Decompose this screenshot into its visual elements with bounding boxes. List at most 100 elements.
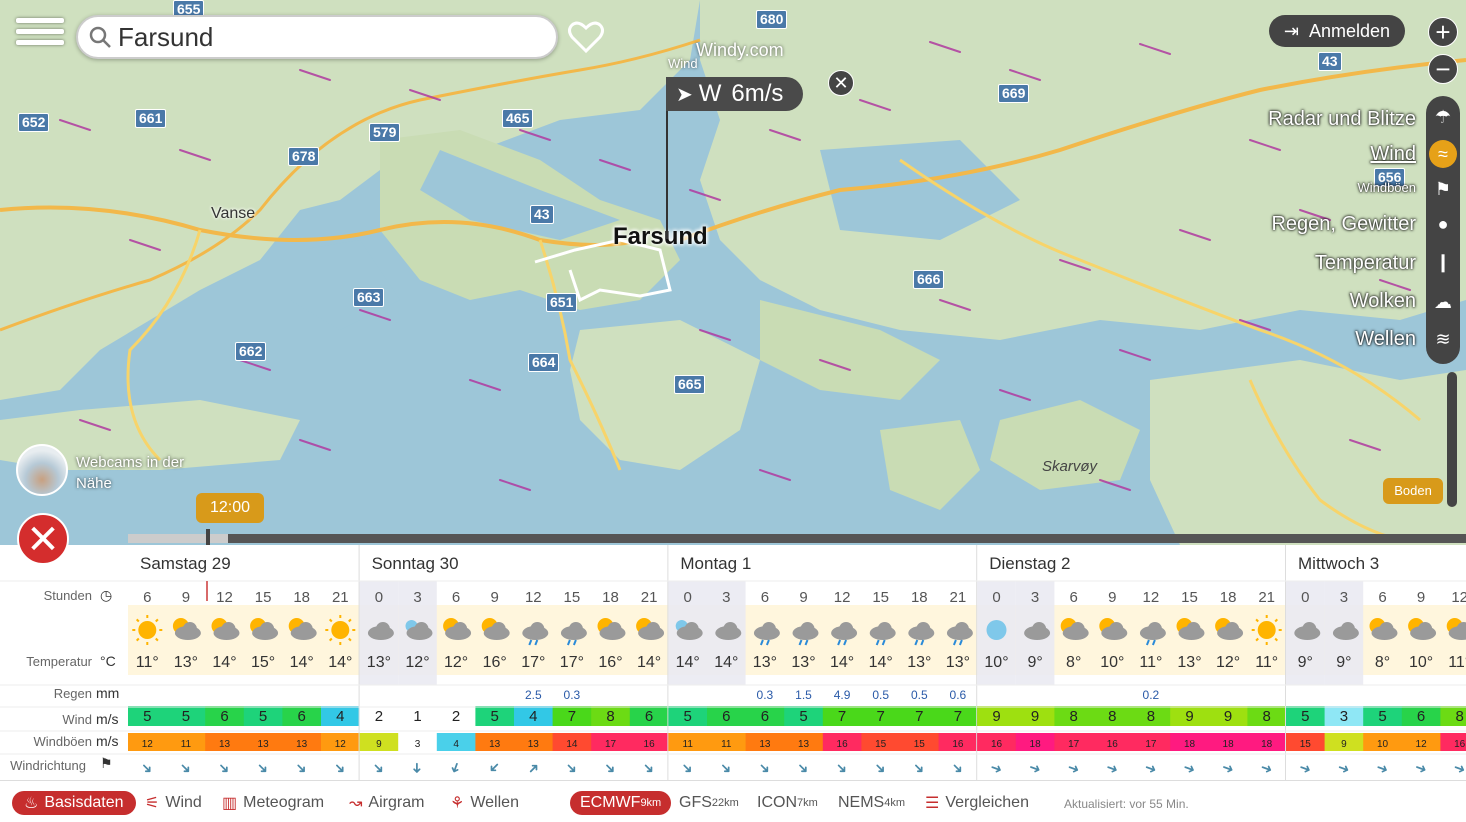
wind-direction-arrow: ➜ (410, 762, 426, 774)
tab-airgram[interactable]: ↝ Airgram (349, 791, 424, 815)
row-label-wind: Wind (62, 712, 92, 727)
gust-value: 18 (1223, 739, 1235, 750)
wind-tooltip-speed: 6m/s (731, 80, 784, 107)
compare-button[interactable]: ☰ Vergleichen (925, 791, 1029, 815)
layer-scrollbar[interactable] (1447, 372, 1457, 507)
gust-value: 13 (798, 739, 810, 750)
timeline-past-segment (128, 534, 228, 543)
temperature-value: 8° (1375, 654, 1390, 671)
wind-value: 6 (220, 708, 228, 725)
temperature-value: 15° (251, 654, 275, 671)
model-gfs[interactable]: GFS 22km (679, 791, 739, 815)
wind-value: 7 (568, 708, 576, 725)
wind-value: 8 (1070, 708, 1078, 725)
day-header: Dienstag 2 (989, 554, 1070, 573)
webcams-label-line1: Webcams in der (76, 454, 185, 471)
tab-meteogram[interactable]: ▥ Meteogram (222, 791, 324, 815)
road-badge: 663 (353, 288, 385, 307)
rain-value: 2.5 (525, 688, 542, 702)
map-view[interactable]: 655 680 652 661 678 579 465 669 43 43 65… (0, 0, 1466, 545)
hour-label: 21 (950, 589, 967, 606)
layer-label-temperature[interactable]: Temperatur (1315, 252, 1416, 275)
road-badge: 465 (502, 109, 534, 128)
windy-attribution-sub: Wind (668, 56, 698, 71)
wind-value: 3 (1340, 708, 1348, 725)
current-time-bubble[interactable]: 12:00 (196, 493, 264, 523)
hour-label: 6 (143, 589, 151, 606)
wind-value: 8 (1108, 708, 1116, 725)
cloud-icon[interactable]: ☁ (1429, 288, 1457, 316)
temperature-value: 11° (1139, 654, 1162, 671)
waves-icon[interactable]: ≋ (1429, 325, 1457, 353)
hour-label: 12 (1143, 589, 1160, 606)
day-header: Mittwoch 3 (1298, 554, 1379, 573)
close-forecast-button[interactable]: ✕ (17, 513, 69, 565)
temperature-value: 13° (367, 654, 391, 671)
road-badge: 666 (913, 270, 945, 289)
layer-label-radar[interactable]: Radar und Blitze (1268, 108, 1416, 131)
gust-value: 11 (683, 739, 694, 750)
zoom-out-button[interactable]: − (1428, 54, 1458, 84)
wind-direction-arrow: ➜ (1451, 758, 1466, 777)
tab-wellen[interactable]: ⚘ Wellen (450, 791, 519, 815)
gust-value: 10 (1377, 739, 1389, 750)
layer-label-wind[interactable]: Wind (1370, 143, 1416, 166)
gust-value: 18 (1030, 739, 1042, 750)
wind-direction-arrow: ➜ (832, 758, 852, 778)
windy-attribution[interactable]: Windy.com (696, 40, 784, 61)
gust-value: 12 (1416, 739, 1428, 750)
wind-icon: ⚟ (145, 795, 160, 812)
model-nems[interactable]: NEMS 4km (838, 791, 905, 815)
wind-value: 8 (1456, 708, 1464, 725)
temperature-value: 8° (1066, 654, 1081, 671)
layer-label-gusts[interactable]: Windböen (1357, 180, 1416, 195)
day-header: Sonntag 30 (372, 554, 459, 573)
wind-direction-arrow: ➜ (215, 758, 235, 778)
row-label-temperature: Temperatur (26, 654, 92, 669)
wind-tooltip[interactable]: ➤ W 6m/s (666, 77, 804, 111)
model-ecmwf[interactable]: ECMWF 9km (570, 791, 672, 815)
model-res: 9km (640, 797, 662, 809)
model-icon[interactable]: ICON 7km (757, 791, 818, 815)
timeline-bar[interactable] (128, 534, 1466, 543)
wind-icon[interactable]: ≈ (1429, 140, 1457, 168)
zoom-in-button[interactable]: + (1428, 17, 1458, 47)
forecast-table[interactable]: Samstag 29 6 11° 5 12 ➜ 9 13° 5 11 ➜ 12 14° 6 13 ➜ 15 15°… (0, 545, 1466, 780)
layer-label-rain[interactable]: Regen, Gewitter (1271, 213, 1416, 236)
hamburger-menu-icon[interactable] (16, 18, 64, 56)
radar-icon[interactable]: ☂ (1429, 103, 1457, 131)
gust-value: 11 (721, 739, 732, 750)
temperature-value: 13° (753, 654, 777, 671)
tab-wind[interactable]: ⚟ Wind (145, 791, 202, 815)
tooltip-pin-line (666, 111, 668, 239)
webcam-thumbnail[interactable] (16, 444, 68, 496)
search-box[interactable] (76, 15, 558, 59)
road-badge: 579 (369, 123, 401, 142)
boden-button[interactable]: Boden (1383, 478, 1443, 504)
temperature-value: 10° (984, 654, 1008, 671)
flag-icon[interactable]: ⚑ (1429, 175, 1457, 203)
close-icon[interactable]: ✕ (828, 70, 854, 96)
drop-icon[interactable]: ● (1429, 210, 1457, 238)
webcams-label[interactable]: Webcams in der Nähe (76, 452, 184, 494)
login-button[interactable]: ⇥ Anmelden (1269, 15, 1405, 47)
timeline-knob[interactable] (206, 529, 210, 545)
gust-value: 4 (453, 739, 459, 750)
tab-basisdaten[interactable]: ♨ Basisdaten (12, 791, 136, 815)
layer-label-clouds[interactable]: Wolken (1350, 290, 1416, 313)
tab-label: Airgram (368, 794, 425, 811)
heart-icon[interactable] (566, 18, 606, 56)
temperature-value: 9° (1298, 654, 1313, 671)
surfer-icon: ⚘ (450, 795, 465, 812)
wind-value: 7 (954, 708, 962, 725)
layer-label-waves[interactable]: Wellen (1355, 328, 1416, 351)
hour-label: 18 (1220, 589, 1237, 606)
hour-label: 0 (375, 589, 383, 606)
gust-value: 13 (258, 739, 270, 750)
hour-label: 3 (1031, 589, 1039, 606)
thermometer-icon[interactable]: ❙ (1429, 248, 1457, 276)
updated-status: Aktualisiert: vor 55 Min. (1064, 797, 1189, 811)
temperature-value: 14° (676, 654, 700, 671)
search-input[interactable] (118, 21, 518, 53)
rain-value: 0.3 (564, 688, 581, 702)
